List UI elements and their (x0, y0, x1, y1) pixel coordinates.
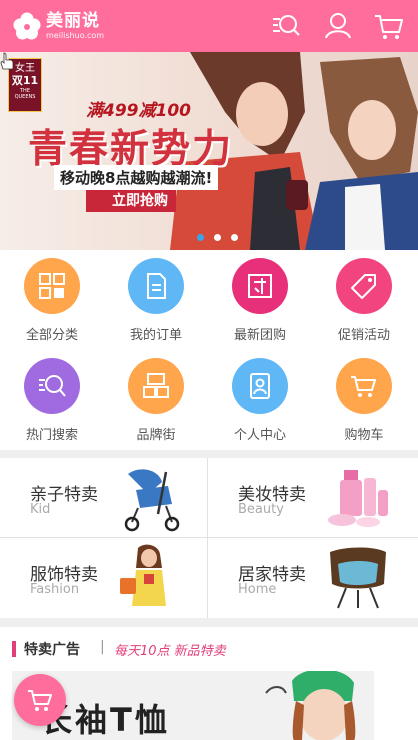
cart-icon (28, 690, 52, 711)
promo-subline: 移动晚8点越购越潮流! (54, 165, 219, 190)
sale-item-fashion[interactable]: 服饰特卖 Fashion (0, 538, 208, 618)
top-header: 美丽说 meilishuo.com (0, 0, 418, 52)
grid-item-promotions[interactable]: 促销活动 (312, 250, 416, 350)
hand-pointer-icon (0, 52, 14, 70)
grid-item-label: 个人中心 (233, 428, 286, 443)
flower-logo-icon (13, 12, 41, 40)
grid-item-label: 促销活动 (337, 328, 390, 343)
buy-now-button[interactable]: 立即抢购 (86, 190, 176, 212)
grid-item-label: 最新团购 (233, 328, 286, 343)
sale-item-subtitle: Fashion (30, 582, 80, 597)
grid-item-label: 品牌街 (136, 428, 176, 443)
carousel-dot[interactable] (197, 234, 204, 241)
grid-item-label: 热门搜索 (25, 428, 78, 443)
stroller-image (124, 469, 180, 532)
logo[interactable]: 美丽说 meilishuo.com (12, 8, 104, 44)
grid-item-all-categories[interactable]: 全部分类 (0, 250, 104, 350)
category-grid: 全部分类 我的订单 最新团购 促销活动 热门搜索 品牌街 个人中心 购物车 (0, 250, 418, 450)
grid-item-profile[interactable]: 个人中心 (208, 350, 312, 450)
user-icon[interactable] (322, 10, 354, 42)
cart-icon (351, 376, 376, 397)
ads-title: 特卖广告 (24, 642, 80, 658)
floating-cart-button[interactable] (14, 674, 66, 726)
grid-item-label: 购物车 (344, 428, 384, 443)
sale-item-kid[interactable]: 亲子特卖 Kid (0, 458, 208, 538)
chair-image (330, 547, 386, 609)
search-list-icon[interactable] (270, 10, 302, 42)
fashion-model-image (120, 544, 166, 606)
grid-item-group-buy[interactable]: 最新团购 (208, 250, 312, 350)
grid-icon (39, 273, 65, 299)
sale-item-subtitle: Kid (30, 502, 51, 517)
ads-section: 特卖广告 | 每天10点 新品特卖 长袖T恤 (0, 627, 418, 740)
sale-categories: 亲子特卖 Kid 美妆特卖 Beauty 服饰特卖 Fashion 居家特卖 H… (0, 458, 418, 618)
ad-model-image (265, 671, 356, 740)
logo-domain: meilishuo.com (46, 30, 105, 40)
order-icon (147, 273, 166, 299)
tag-icon (351, 274, 376, 299)
grid-item-label: 我的订单 (129, 328, 182, 343)
sale-item-subtitle: Home (238, 582, 277, 597)
grid-item-brand-street[interactable]: 品牌街 (104, 350, 208, 450)
sale-item-subtitle: Beauty (238, 502, 284, 517)
cosmetics-image (328, 470, 388, 527)
grid-item-cart[interactable]: 购物车 (312, 350, 416, 450)
search-icon (39, 375, 66, 397)
grid-item-my-orders[interactable]: 我的订单 (104, 250, 208, 350)
sale-item-beauty[interactable]: 美妆特卖 Beauty (208, 458, 416, 538)
ad-banner-image[interactable]: 长袖T恤 (12, 671, 374, 740)
profile-icon (250, 373, 270, 399)
ads-separator: | (100, 639, 105, 655)
sale-item-home[interactable]: 居家特卖 Home (208, 538, 416, 618)
carousel-dots (0, 230, 418, 244)
carousel-dot[interactable] (214, 234, 221, 241)
app: 美丽说 meilishuo.com 女王 双11 THE QUEENS 满499… (0, 0, 418, 740)
grid-item-label: 全部分类 (25, 328, 78, 343)
promo-banner[interactable]: 女王 双11 THE QUEENS 满499减100 青春新势力 移动晚8点越购… (0, 52, 418, 250)
ads-tagline: 每天10点 新品特卖 (114, 644, 226, 659)
group-buy-icon (248, 274, 272, 298)
logo-title: 美丽说 (46, 10, 100, 31)
carousel-dot[interactable] (231, 234, 238, 241)
grid-item-hot-search[interactable]: 热门搜索 (0, 350, 104, 450)
cart-icon[interactable] (373, 10, 405, 42)
brand-icon (143, 373, 169, 398)
